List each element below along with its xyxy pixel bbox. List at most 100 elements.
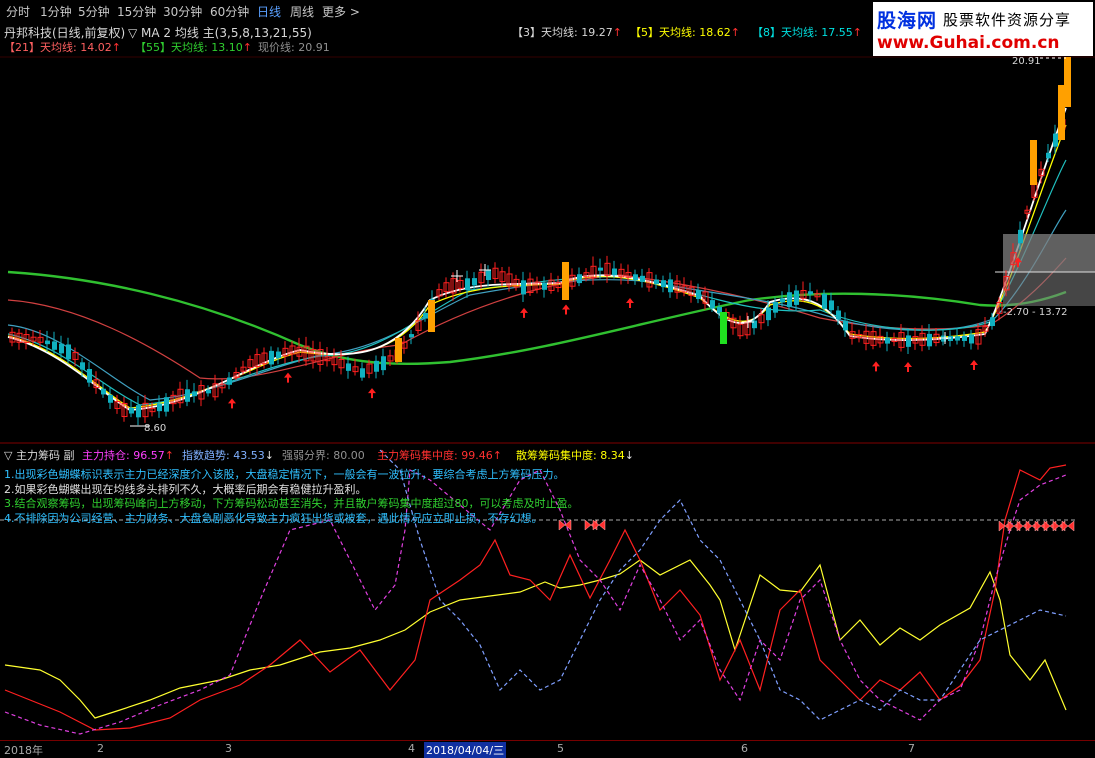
- candle-down: [465, 278, 470, 291]
- buy-arrow: [520, 307, 528, 318]
- ma21-line: [7, 257, 1067, 380]
- candle-down: [423, 312, 428, 319]
- logo-url: www.Guhai.com.cn: [877, 33, 1060, 53]
- candle-down: [773, 302, 778, 313]
- axis-label-feb: 2: [97, 742, 104, 755]
- candle-down: [374, 360, 379, 372]
- retail-concentration-line: [4, 559, 1067, 719]
- candle-down: [808, 291, 813, 295]
- period-tab-fenshi[interactable]: 分时: [6, 3, 30, 20]
- ma21-value: 【21】天均线: 14.02↑: [4, 41, 121, 54]
- note-4: 4.不排除因为公司经营、主力财务、大盘急剧恶化导致主力疯狂出货或被套，遇此情况应…: [4, 512, 543, 525]
- candle-down: [45, 340, 50, 345]
- candle-down: [1046, 152, 1051, 159]
- strength-line-value: 强弱分界: 80.00: [282, 449, 365, 462]
- chip-concentration-value: 主力筹码集中度: 99.46↑: [377, 449, 502, 462]
- period-tab-5min[interactable]: 5分钟: [78, 3, 110, 20]
- axis-label-jun: 6: [741, 742, 748, 755]
- candle-down: [969, 334, 974, 344]
- axis-label-jul: 7: [908, 742, 915, 755]
- more-menu-button[interactable]: 更多 >: [322, 3, 360, 20]
- candle-down: [101, 388, 106, 395]
- buy-arrow: [970, 360, 978, 370]
- candle-down: [1018, 229, 1023, 244]
- candle-down: [129, 407, 134, 414]
- axis-label-year: 2018年: [4, 744, 43, 757]
- index-trend-line: [379, 449, 1067, 721]
- candle-down: [346, 363, 351, 371]
- candle-down: [192, 391, 197, 397]
- current-price-line: 现价线: 20.91: [258, 41, 330, 54]
- ma55-value: 【55】天均线: 13.10↑: [135, 41, 252, 54]
- candle-down: [780, 298, 785, 303]
- period-tab-15min[interactable]: 15分钟: [117, 3, 156, 20]
- candle-down: [66, 344, 71, 360]
- candle-down: [794, 290, 799, 305]
- candle-down: [829, 300, 834, 311]
- candle-down: [409, 334, 414, 338]
- candle-down: [612, 268, 617, 276]
- price-chart[interactable]: [7, 57, 1095, 427]
- candle-down: [836, 310, 841, 320]
- axis-cursor-date: 2018/04/04/三: [424, 742, 507, 758]
- high-price-label: 20.91: [1012, 56, 1041, 67]
- main-holding-value: 主力持仓: 96.57↑: [82, 449, 174, 462]
- signal-candle-orange: [395, 338, 402, 362]
- candle-down: [577, 274, 582, 284]
- candle-down: [927, 333, 932, 347]
- low-price-label: 8.60: [144, 423, 167, 434]
- candle-down: [696, 290, 701, 300]
- candle-down: [542, 282, 547, 290]
- period-tab-60min[interactable]: 60分钟: [210, 3, 249, 20]
- buy-arrow: [626, 298, 634, 308]
- signal-candle-orange: [562, 262, 569, 300]
- period-tab-30min[interactable]: 30分钟: [163, 3, 202, 20]
- buy-arrow: [904, 362, 912, 372]
- logo-tagline: 股票软件资源分享: [943, 11, 1072, 29]
- candle-down: [185, 389, 190, 402]
- axis-label-apr: 4: [408, 742, 415, 755]
- candle-down: [87, 368, 92, 383]
- candle-down: [633, 274, 638, 281]
- candle-down: [227, 377, 232, 385]
- candle-down: [654, 279, 659, 285]
- buy-arrow: [872, 361, 880, 372]
- sub-indicator-title[interactable]: ▽ 主力筹码 副: [4, 447, 74, 463]
- period-tab-1min[interactable]: 1分钟: [40, 3, 72, 20]
- candle-down: [108, 394, 113, 403]
- note-3: 3.结合观察筹码，出现筹码峰向上方移动，下方筹码松动甚至消失，并且散户筹码集中度…: [4, 497, 579, 510]
- candle-down: [472, 278, 477, 286]
- candle-down: [885, 337, 890, 344]
- candle-down: [962, 336, 967, 341]
- band-box-upper: [1003, 234, 1095, 272]
- ma5-value: 【5】天均线: 18.62↑: [630, 26, 740, 39]
- signal-candle-orange: [1064, 57, 1071, 107]
- signal-candle-green: [720, 312, 727, 344]
- candle-down: [269, 350, 274, 365]
- candle-down: [710, 300, 715, 309]
- signal-candle-orange: [1030, 140, 1037, 185]
- axis-label-mar: 3: [225, 742, 232, 755]
- candle-down: [381, 356, 386, 371]
- period-tab-weekly[interactable]: 周线: [290, 3, 314, 20]
- candle-down: [521, 280, 526, 295]
- buy-arrow: [228, 398, 236, 409]
- candle-down: [1053, 133, 1058, 147]
- ma3-value: 【3】天均线: 19.27↑: [512, 26, 622, 39]
- candle-down: [157, 403, 162, 412]
- buy-arrow: [368, 388, 376, 399]
- candle-down: [843, 320, 848, 331]
- candle-down: [990, 317, 995, 327]
- candle-down: [59, 343, 64, 354]
- candle-down: [360, 368, 365, 378]
- buy-arrow: [284, 372, 292, 383]
- candle-down: [136, 405, 141, 418]
- period-tab-daily[interactable]: 日线: [257, 3, 281, 20]
- watermark-logo: 股海网 股票软件资源分享 www.Guhai.com.cn: [873, 2, 1093, 56]
- candle-down: [906, 335, 911, 347]
- axis-label-may: 5: [557, 742, 564, 755]
- candle-down: [661, 280, 666, 288]
- cross-marker: [939, 332, 951, 344]
- band-box-lower: [1003, 272, 1095, 306]
- candle-down: [164, 397, 169, 412]
